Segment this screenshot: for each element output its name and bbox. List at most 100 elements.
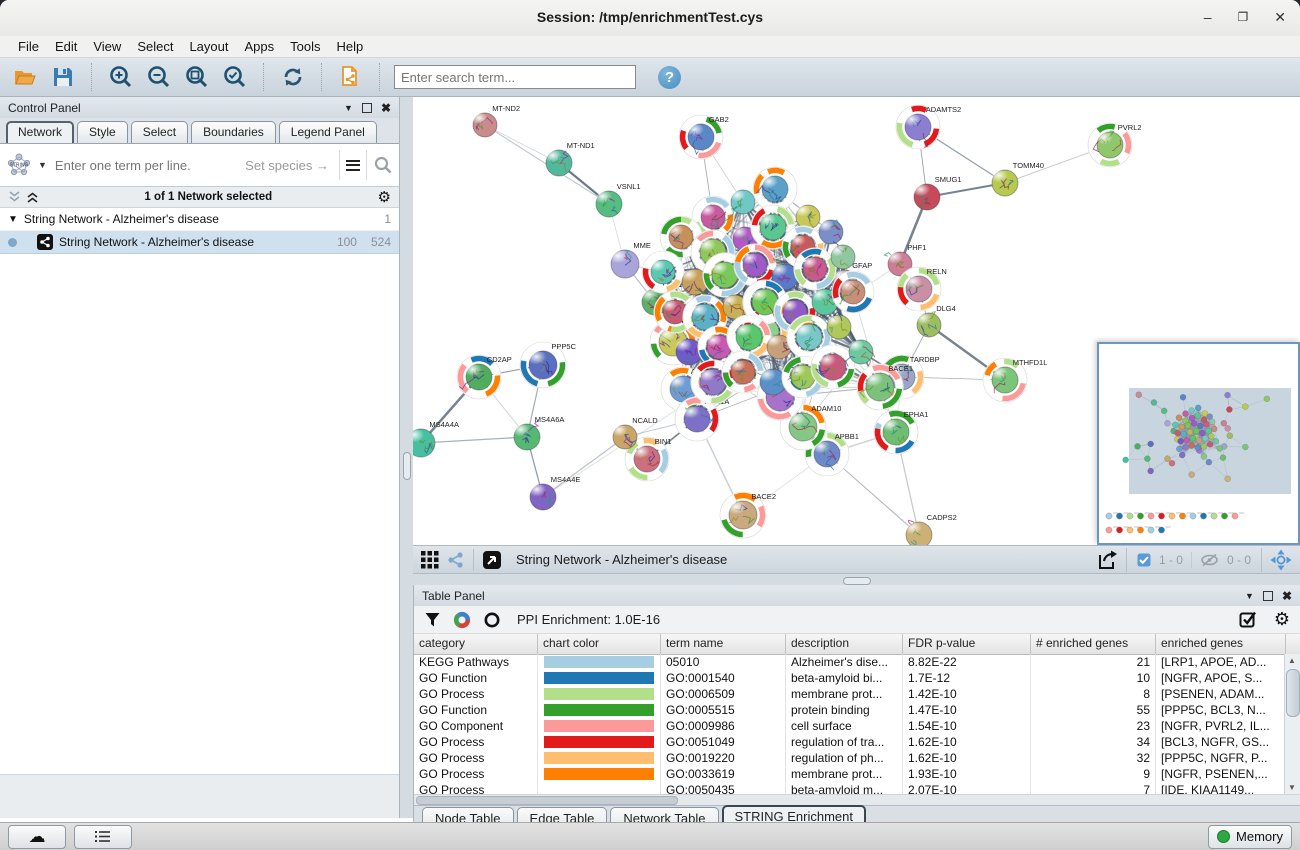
menu-view[interactable]: View <box>85 37 129 56</box>
string-search-icon[interactable] <box>373 155 393 175</box>
table-row[interactable]: GO ProcessGO:0033619membrane prot...1.93… <box>414 766 1285 782</box>
network-node[interactable]: MS4A4E <box>530 475 581 510</box>
menu-tools[interactable]: Tools <box>282 37 328 56</box>
network-node[interactable] <box>753 167 797 211</box>
column-header[interactable]: FDR p-value <box>903 634 1031 654</box>
column-header[interactable]: description <box>786 634 903 654</box>
tab-boundaries[interactable]: Boundaries <box>191 121 276 143</box>
table-row[interactable]: GO FunctionGO:0005515protein binding1.47… <box>414 702 1285 718</box>
scroll-up-icon[interactable]: ▲ <box>1285 654 1299 667</box>
menu-edit[interactable]: Edit <box>47 37 85 56</box>
tab-style[interactable]: Style <box>77 121 128 143</box>
cloud-tasks-button[interactable]: ☁ <box>8 825 66 849</box>
zoom-selected-button[interactable] <box>220 62 250 92</box>
table-panel-float-icon[interactable] <box>1263 591 1273 601</box>
table-row[interactable]: GO ProcessGO:0019220regulation of ph...1… <box>414 750 1285 766</box>
table-row[interactable]: GO FunctionGO:0001540beta-amyloid bi...1… <box>414 670 1285 686</box>
scrollbar-thumb[interactable] <box>1286 669 1300 717</box>
network-node[interactable] <box>794 248 836 290</box>
tree-expand-icon[interactable]: ▼ <box>8 214 18 225</box>
menu-select[interactable]: Select <box>129 37 181 56</box>
network-node[interactable] <box>722 351 764 393</box>
network-node[interactable]: ADAMTS2 <box>896 105 961 149</box>
column-header[interactable]: category <box>414 634 538 654</box>
string-dropdown-caret-icon[interactable]: ▼ <box>38 160 47 170</box>
menu-help[interactable]: Help <box>329 37 372 56</box>
tab-legend-panel[interactable]: Legend Panel <box>279 121 377 143</box>
network-node[interactable]: APBB1 <box>805 432 859 476</box>
filter-icon[interactable] <box>424 611 441 628</box>
table-panel-close-icon[interactable]: ✖ <box>1282 589 1292 603</box>
network-row[interactable]: String Network - Alzheimer's disease 100… <box>0 231 399 254</box>
network-node[interactable] <box>811 345 855 389</box>
string-logo-icon[interactable]: STRING <box>6 152 32 178</box>
close-button[interactable]: ✕ <box>1274 8 1286 26</box>
table-panel-menu-icon[interactable]: ▼ <box>1245 591 1254 601</box>
navigator-compass-icon[interactable] <box>1270 549 1292 571</box>
network-node[interactable]: APH1A <box>675 397 729 441</box>
hidden-eye-icon[interactable] <box>1200 553 1219 567</box>
zoom-out-button[interactable] <box>144 62 174 92</box>
network-node[interactable]: CD2AP <box>457 355 512 399</box>
export-network-icon[interactable] <box>1096 549 1118 571</box>
maximize-button[interactable]: ❐ <box>1238 8 1249 26</box>
network-options-gear-icon[interactable]: ⚙ <box>378 188 391 206</box>
panel-float-icon[interactable] <box>362 103 372 113</box>
network-node[interactable] <box>642 251 684 293</box>
network-node[interactable] <box>734 244 776 286</box>
panel-close-icon[interactable]: ✖ <box>381 101 391 115</box>
network-node[interactable]: BACE2 <box>720 492 776 538</box>
task-history-button[interactable] <box>74 825 132 849</box>
search-input[interactable] <box>394 65 636 89</box>
expand-all-icon[interactable] <box>26 191 39 203</box>
network-node[interactable] <box>796 205 820 229</box>
panel-splitter-vertical[interactable] <box>400 97 414 818</box>
table-vertical-scrollbar[interactable]: ▲ ▼ <box>1284 654 1300 794</box>
column-header[interactable]: term name <box>661 634 786 654</box>
network-collection-row[interactable]: ▼ String Network - Alzheimer's disease 1 <box>0 208 399 231</box>
network-node[interactable]: MS4A4A <box>413 420 459 457</box>
detach-view-icon[interactable] <box>482 550 502 570</box>
network-node[interactable]: MTHFD1L <box>983 358 1047 402</box>
table-row[interactable]: KEGG Pathways05010Alzheimer's dise...8.8… <box>414 654 1285 670</box>
refresh-button[interactable] <box>278 62 308 92</box>
network-nodes[interactable]: MT-ND2MT-ND1VSNL1GAB2ADAMTS2SMUG1TOMM40P… <box>413 104 1142 545</box>
network-node[interactable] <box>831 242 855 269</box>
column-header[interactable]: # enriched genes <box>1031 634 1156 654</box>
network-node[interactable]: CADPS2 <box>906 513 957 545</box>
scroll-down-icon[interactable]: ▼ <box>1285 781 1299 794</box>
network-node[interactable]: PPP5C <box>520 342 577 388</box>
network-node[interactable] <box>832 271 874 313</box>
select-rows-icon[interactable] <box>1239 610 1258 629</box>
ring-chart-icon[interactable] <box>483 611 501 629</box>
set-species-hint[interactable]: Set species → <box>245 158 329 173</box>
panel-menu-icon[interactable]: ▼ <box>344 103 353 113</box>
tab-network[interactable]: Network <box>6 121 74 143</box>
network-node[interactable]: PVRL2 <box>1088 123 1142 167</box>
share-view-icon[interactable] <box>447 551 465 569</box>
zoom-fit-button[interactable] <box>182 62 212 92</box>
table-row[interactable]: GO ProcessGO:0050435beta-amyloid m...2.0… <box>414 782 1285 794</box>
table-row[interactable]: GO ProcessGO:0006509membrane prot...1.42… <box>414 686 1285 702</box>
network-node[interactable]: VSNL1 <box>596 182 641 217</box>
table-row[interactable]: GO ProcessGO:0051049regulation of tra...… <box>414 734 1285 750</box>
network-node[interactable]: EPHA1 <box>874 410 928 454</box>
menu-file[interactable]: File <box>10 37 47 56</box>
menu-apps[interactable]: Apps <box>237 37 283 56</box>
table-horizontal-scrollbar[interactable] <box>414 794 1300 805</box>
column-header[interactable]: enriched genes <box>1156 634 1286 654</box>
network-node[interactable]: GAB2 <box>679 115 729 159</box>
selected-checkbox-icon[interactable] <box>1137 553 1151 567</box>
table-settings-gear-icon[interactable]: ⚙ <box>1274 609 1290 630</box>
donut-chart-icon[interactable] <box>453 611 471 629</box>
memory-button[interactable]: Memory <box>1208 825 1292 849</box>
help-button[interactable]: ? <box>658 66 681 89</box>
network-node[interactable] <box>819 220 843 244</box>
import-network-button[interactable] <box>336 62 366 92</box>
save-session-button[interactable] <box>48 62 78 92</box>
collapse-all-icon[interactable] <box>8 191 21 203</box>
string-options-icon[interactable] <box>346 157 360 173</box>
column-header[interactable]: chart color <box>538 634 661 654</box>
table-row[interactable]: GO ComponentGO:0009986cell surface1.54E-… <box>414 718 1285 734</box>
birdseye-view[interactable] <box>1097 342 1300 545</box>
